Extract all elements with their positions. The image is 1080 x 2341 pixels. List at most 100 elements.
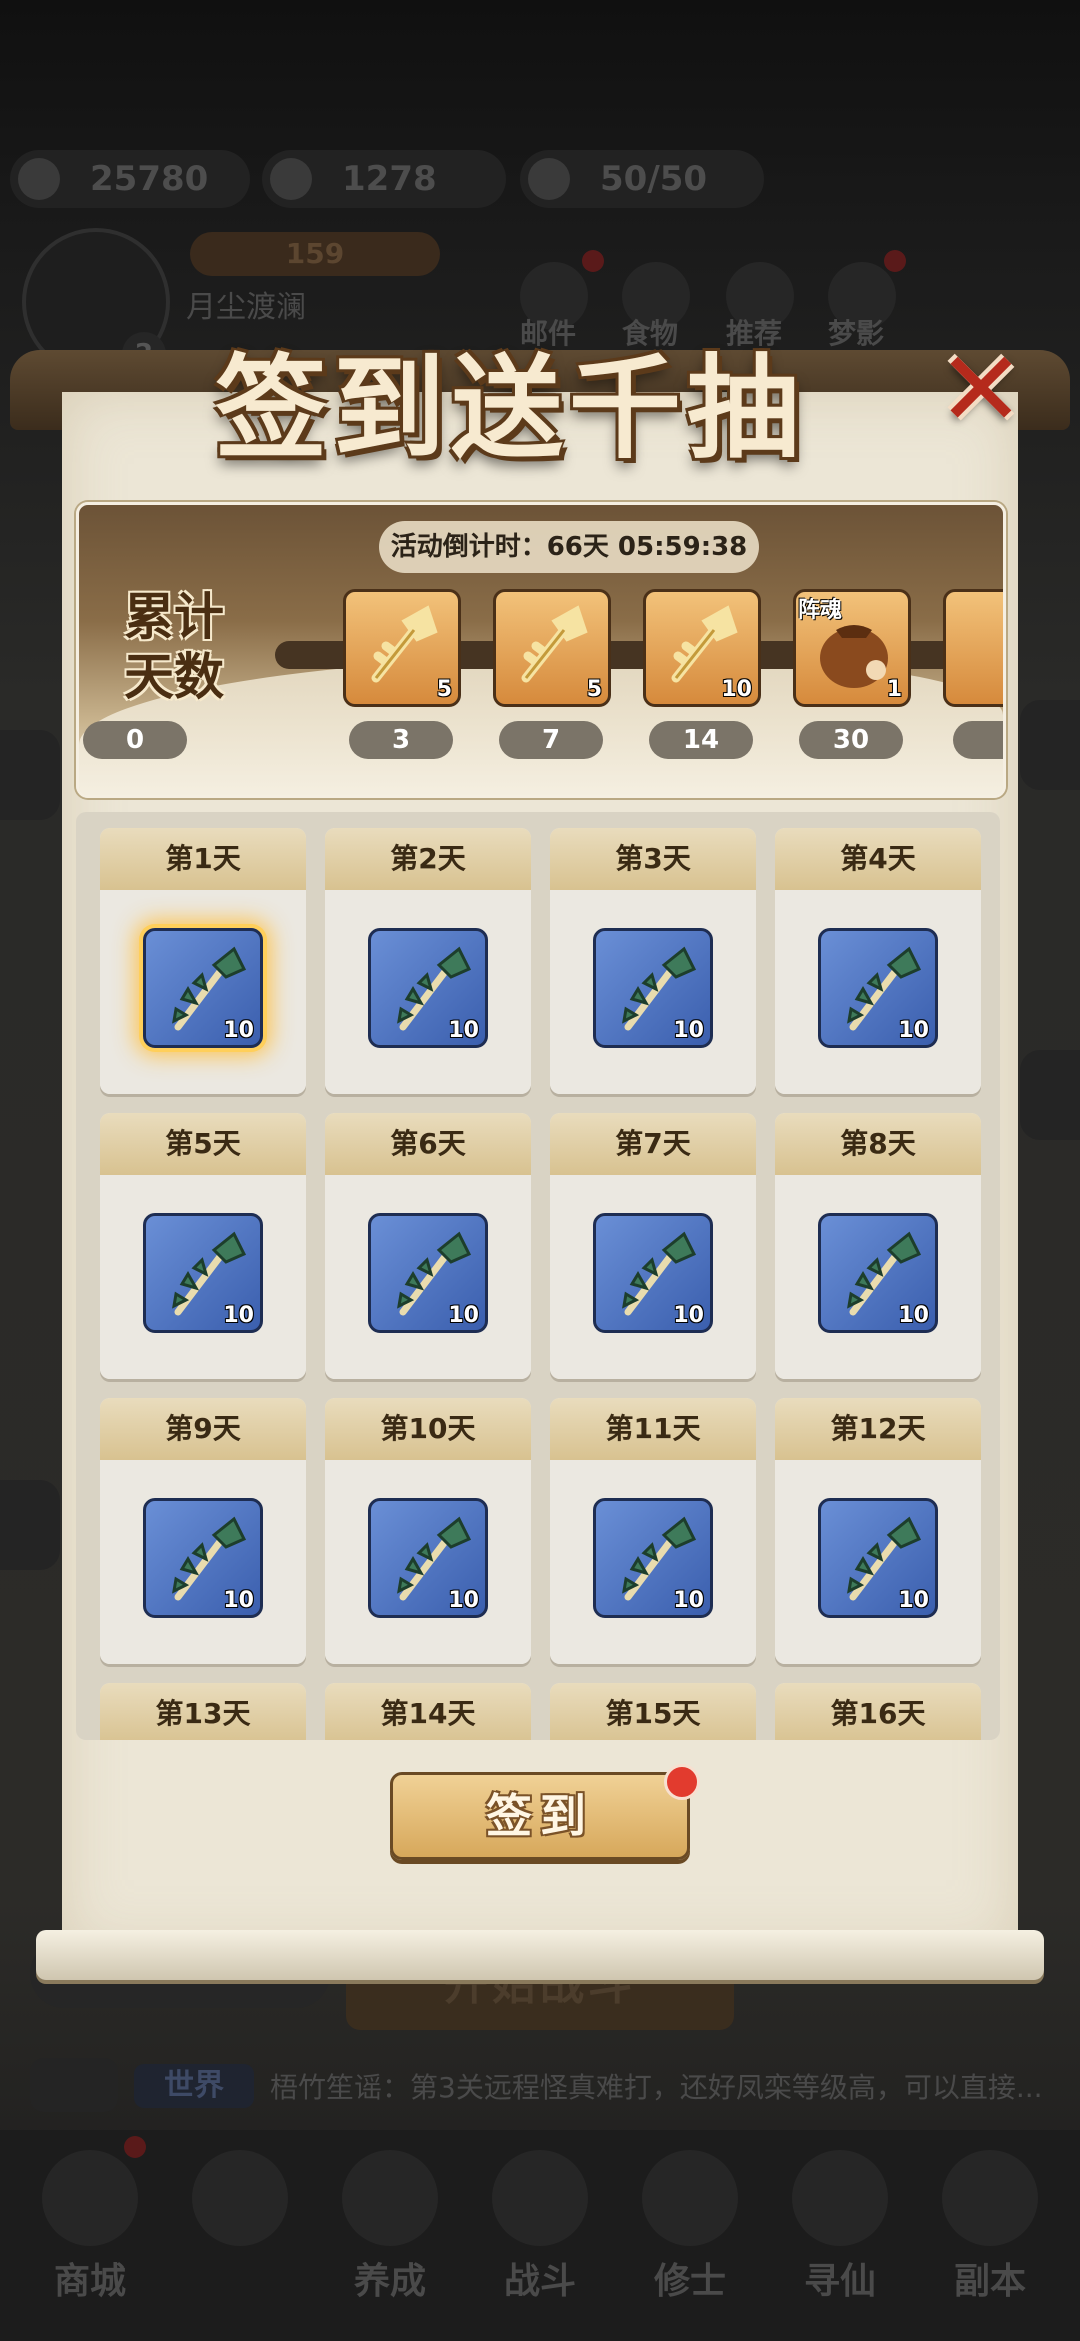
side-button-right [1020,1050,1080,1140]
chat-channel: 世界 [134,2064,254,2108]
bottom-nav: 商城 养成 战斗 修士 寻仙 副本 [0,2130,1080,2341]
day-card[interactable]: 第9天 10 [100,1398,306,1664]
milestone-day: 14 [649,721,753,759]
lock-icon [192,2150,288,2246]
day-card[interactable]: 第15天 [550,1683,756,1740]
ticket-bar: 1278 [262,150,506,208]
reward-item[interactable]: 10 [368,928,488,1048]
milestone-qty: 10 [721,677,752,702]
reward-item[interactable]: 10 [143,1213,263,1333]
reward-item[interactable]: 10 [593,928,713,1048]
day-label: 第3天 [550,828,756,890]
milestone-day: 30 [799,721,903,759]
chat-icon [30,2058,118,2112]
milestone-reward[interactable]: 10 [643,589,761,707]
milestone-day: 3 [349,721,453,759]
milestone-day [953,721,1003,759]
milestone-reward[interactable]: 5 [343,589,461,707]
day-card[interactable]: 第13天 [100,1683,306,1740]
day-card[interactable]: 第12天 10 [775,1398,981,1664]
signin-button[interactable]: 签到 [390,1772,690,1860]
day-label: 第15天 [550,1683,756,1740]
reward-qty: 10 [448,1588,479,1613]
day-card[interactable]: 第7天 10 [550,1113,756,1379]
day-card[interactable]: 第10天 10 [325,1398,531,1664]
nav-label: 副本 [953,2261,1026,2302]
close-icon[interactable]: ✕ [936,337,1026,441]
day-card[interactable]: 第14天 [325,1683,531,1740]
scroll-bottom-rod [36,1930,1044,1980]
reward-qty: 10 [673,1303,704,1328]
reward-item[interactable]: 10 [593,1498,713,1618]
side-button-left [0,1480,60,1570]
day-card-body: 10 [100,1175,306,1379]
day-label: 第1天 [100,828,306,890]
day-card[interactable]: 第6天 10 [325,1113,531,1379]
day-card[interactable]: 第1天 10 [100,828,306,1094]
coin-icon [18,158,60,200]
notification-dot [124,2136,146,2158]
reward-item[interactable]: 10 [143,928,263,1048]
day-label: 第5天 [100,1113,306,1175]
reward-item[interactable]: 10 [368,1498,488,1618]
milestone-reward[interactable]: 5 [493,589,611,707]
day-card-body: 10 [775,1175,981,1379]
nav-label: 战斗 [503,2261,576,2302]
day-card[interactable]: 第2天 10 [325,828,531,1094]
reward-qty: 10 [673,1018,704,1043]
reward-item[interactable]: 10 [818,928,938,1048]
milestone-day: 7 [499,721,603,759]
reward-item[interactable]: 10 [818,1213,938,1333]
day-card-body: 10 [775,1460,981,1664]
milestone-qty: 5 [436,677,452,702]
day-card-body: 10 [550,1175,756,1379]
day-label: 第4天 [775,828,981,890]
reward-qty: 10 [898,1588,929,1613]
day-label: 第6天 [325,1113,531,1175]
coin-bar: 25780 [10,150,250,208]
notification-dot [664,1764,700,1800]
day-card[interactable]: 第5天 10 [100,1113,306,1379]
reward-item[interactable]: 10 [368,1213,488,1333]
reward-item[interactable]: 10 [593,1213,713,1333]
reward-item[interactable]: 10 [818,1498,938,1618]
cumulative-banner: 活动倒计时：66天 05:59:38 累计天数 5 5 10 阵魂 1 0 3 … [76,502,1006,798]
nav-dungeon: 副本 [930,2150,1050,2304]
nav-label: 寻仙 [803,2261,876,2302]
day-card-body: 10 [550,890,756,1094]
day-card[interactable]: 第11天 10 [550,1398,756,1664]
side-button-right [1020,700,1080,790]
nav-label: 养成 [353,2261,426,2302]
modal-title: 签到送千抽 [215,343,805,474]
chat-bar: 世界 梧竹笙谣：第3关远程怪真难打，还好凤栾等级高，可以直接... [30,2058,1050,2116]
day-card[interactable]: 第8天 10 [775,1113,981,1379]
stamina-value: 50/50 [600,159,708,199]
day-card-body: 10 [775,890,981,1094]
nav-train: 养成 [330,2150,450,2304]
day-label: 第12天 [775,1398,981,1460]
nav-battle: 战斗 [480,2150,600,2304]
milestone-reward[interactable]: 阵魂 1 [793,589,911,707]
day-label: 第11天 [550,1398,756,1460]
day-card[interactable]: 第3天 10 [550,828,756,1094]
event-countdown: 活动倒计时：66天 05:59:38 [379,521,759,573]
day-card-body: 10 [325,1460,531,1664]
notification-dot [884,250,906,272]
day-card[interactable]: 第16天 [775,1683,981,1740]
day-card-body: 10 [325,1175,531,1379]
day-card-body: 10 [325,890,531,1094]
milestone-reward-partial[interactable] [943,589,1003,707]
lock-icon [942,2150,1038,2246]
day-label: 第8天 [775,1113,981,1175]
battle-icon [492,2150,588,2246]
day-label: 第2天 [325,828,531,890]
nav-label: 商城 [53,2261,126,2302]
reward-item[interactable]: 10 [143,1498,263,1618]
day-card[interactable]: 第4天 10 [775,828,981,1094]
player-power: 159 [190,232,440,276]
reward-qty: 10 [448,1018,479,1043]
cumulative-days-label: 累计天数 [124,587,224,706]
milestone-qty: 1 [886,677,902,702]
lock-icon [792,2150,888,2246]
nav-shop: 商城 [30,2150,150,2304]
